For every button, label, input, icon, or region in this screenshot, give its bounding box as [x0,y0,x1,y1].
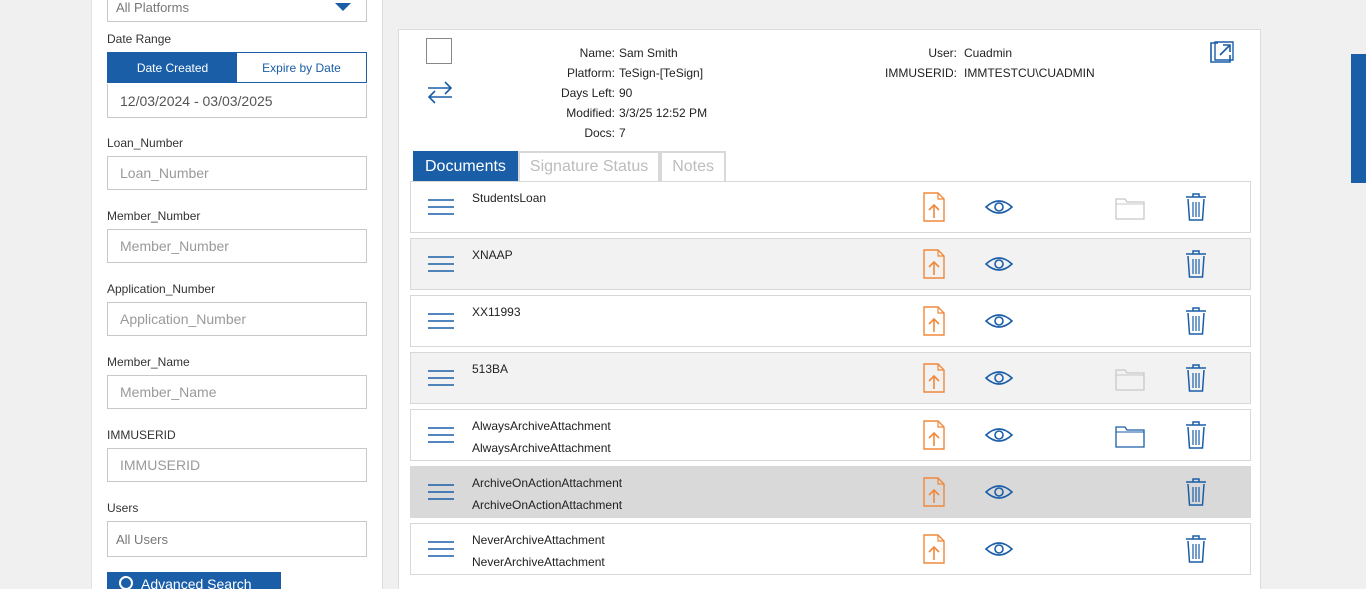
users-label: Users [107,501,139,515]
meta-key: IMMUSERID: [885,66,957,80]
view-eye-icon[interactable] [984,368,1014,388]
view-eye-icon[interactable] [984,197,1014,217]
document-subname: AlwaysArchiveAttachment [472,441,611,455]
hamburger-menu-icon[interactable] [428,539,454,559]
meta-key: User: [928,46,957,60]
hamburger-menu-icon[interactable] [428,311,454,331]
trash-icon[interactable] [1185,193,1207,221]
document-row[interactable]: 513BA [410,352,1251,404]
document-name: 513BA [472,362,509,376]
expire-by-date-tab[interactable]: Expire by Date [237,53,366,82]
document-row[interactable]: ArchiveOnActionAttachment ArchiveOnAction… [410,466,1251,518]
document-row[interactable]: XX11993 [410,295,1251,347]
users-select[interactable]: All Users [107,521,367,557]
upload-file-icon[interactable] [921,363,947,393]
meta-key: Name: [579,46,615,60]
hamburger-menu-icon[interactable] [428,482,454,502]
view-eye-icon[interactable] [984,482,1014,502]
document-name: NeverArchiveAttachment [472,533,605,547]
search-icon [119,576,133,589]
document-name: StudentsLoan [472,191,547,205]
platform-select-value: All Platforms [116,0,189,15]
users-select-value: All Users [116,532,169,547]
document-row[interactable]: NeverArchiveAttachment NeverArchiveAttach… [410,523,1251,575]
document-row[interactable]: XNAAP [410,238,1251,290]
trash-icon[interactable] [1185,535,1207,563]
upload-file-icon[interactable] [921,534,947,564]
date-range-label: Date Range [107,32,172,46]
trash-icon[interactable] [1185,307,1207,335]
application-number-input[interactable] [107,302,367,336]
immuserid-input[interactable] [107,448,367,482]
upload-file-icon[interactable] [921,192,947,222]
member-name-input[interactable] [107,375,367,409]
view-eye-icon[interactable] [984,539,1014,559]
meta-name-value: Sam Smith [619,46,678,60]
member-number-input[interactable] [107,229,367,263]
trash-icon[interactable] [1185,364,1207,392]
hamburger-menu-icon[interactable] [428,425,454,445]
member-name-label: Member_Name [107,355,190,369]
document-name: XX11993 [472,305,521,319]
tab-signature-status[interactable]: Signature Status [517,151,661,181]
document-name: XNAAP [472,248,513,262]
advanced-search-label: Advanced Search [141,576,252,589]
view-eye-icon[interactable] [984,425,1014,445]
view-eye-icon[interactable] [984,254,1014,274]
meta-docs-value: 7 [619,126,626,140]
swap-arrows-icon[interactable] [426,80,454,104]
meta-immuserid-value: IMMTESTCU\CUADMIN [964,66,1095,80]
hamburger-menu-icon[interactable] [428,254,454,274]
meta-key: Docs: [584,126,615,140]
folder-icon[interactable] [1115,367,1145,391]
member-number-label: Member_Number [107,209,201,223]
tab-documents[interactable]: Documents [413,151,518,181]
document-subname: NeverArchiveAttachment [472,555,605,569]
upload-file-icon[interactable] [921,420,947,450]
package-meta-right: User: Cuadmin IMMUSERID: IMMTESTCU\CUADMIN [859,46,1095,86]
hamburger-menu-icon[interactable] [428,368,454,388]
folder-icon[interactable] [1115,196,1145,220]
select-checkbox[interactable] [426,38,452,64]
package-detail-panel: Name: Sam Smith Platform: TeSign-[TeSign] … [398,29,1261,589]
immuserid-label: IMMUSERID [107,428,176,442]
upload-file-icon[interactable] [921,249,947,279]
meta-key: Days Left: [560,86,615,100]
advanced-search-button[interactable]: Advanced Search [107,572,281,589]
upload-file-icon[interactable] [921,306,947,336]
meta-platform-value: TeSign-[TeSign] [619,66,704,80]
meta-days-left-value: 90 [619,86,633,100]
meta-user-value: Cuadmin [964,46,1013,60]
application-number-label: Application_Number [107,282,216,296]
scrollbar-thumb[interactable] [1351,54,1366,183]
document-row[interactable]: AlwaysArchiveAttachment AlwaysArchiveAtta… [410,409,1251,461]
package-meta-left: Name: Sam Smith Platform: TeSign-[TeSign] … [534,46,707,146]
loan-number-input[interactable] [107,156,367,190]
upload-file-icon[interactable] [921,477,947,507]
hamburger-menu-icon[interactable] [428,197,454,217]
document-subname: ArchiveOnActionAttachment [472,498,623,512]
meta-modified-value: 3/3/25 12:52 PM [619,106,708,120]
chevron-down-icon [335,3,351,11]
detail-tabs: Documents Signature Status Notes [413,151,727,181]
trash-icon[interactable] [1185,421,1207,449]
meta-key: Modified: [566,106,615,120]
platform-select[interactable]: All Platforms [107,0,367,22]
trash-icon[interactable] [1185,250,1207,278]
date-range-value: 12/03/2024 - 03/03/2025 [120,93,273,109]
filter-panel: All Platforms Date Range Date Created Ex… [91,0,383,589]
date-mode-toggle: Date Created Expire by Date [107,52,367,83]
document-name: AlwaysArchiveAttachment [472,419,611,433]
date-created-tab[interactable]: Date Created [108,53,237,82]
meta-key: Platform: [566,66,615,80]
trash-icon[interactable] [1185,478,1207,506]
document-name: ArchiveOnActionAttachment [472,476,623,490]
tab-notes[interactable]: Notes [660,151,727,181]
view-eye-icon[interactable] [984,311,1014,331]
folder-icon[interactable] [1115,424,1145,448]
date-range-input[interactable]: 12/03/2024 - 03/03/2025 [107,84,367,118]
document-row[interactable]: StudentsLoan [410,181,1251,233]
popout-icon[interactable] [1209,38,1235,64]
loan-number-label: Loan_Number [107,136,184,150]
